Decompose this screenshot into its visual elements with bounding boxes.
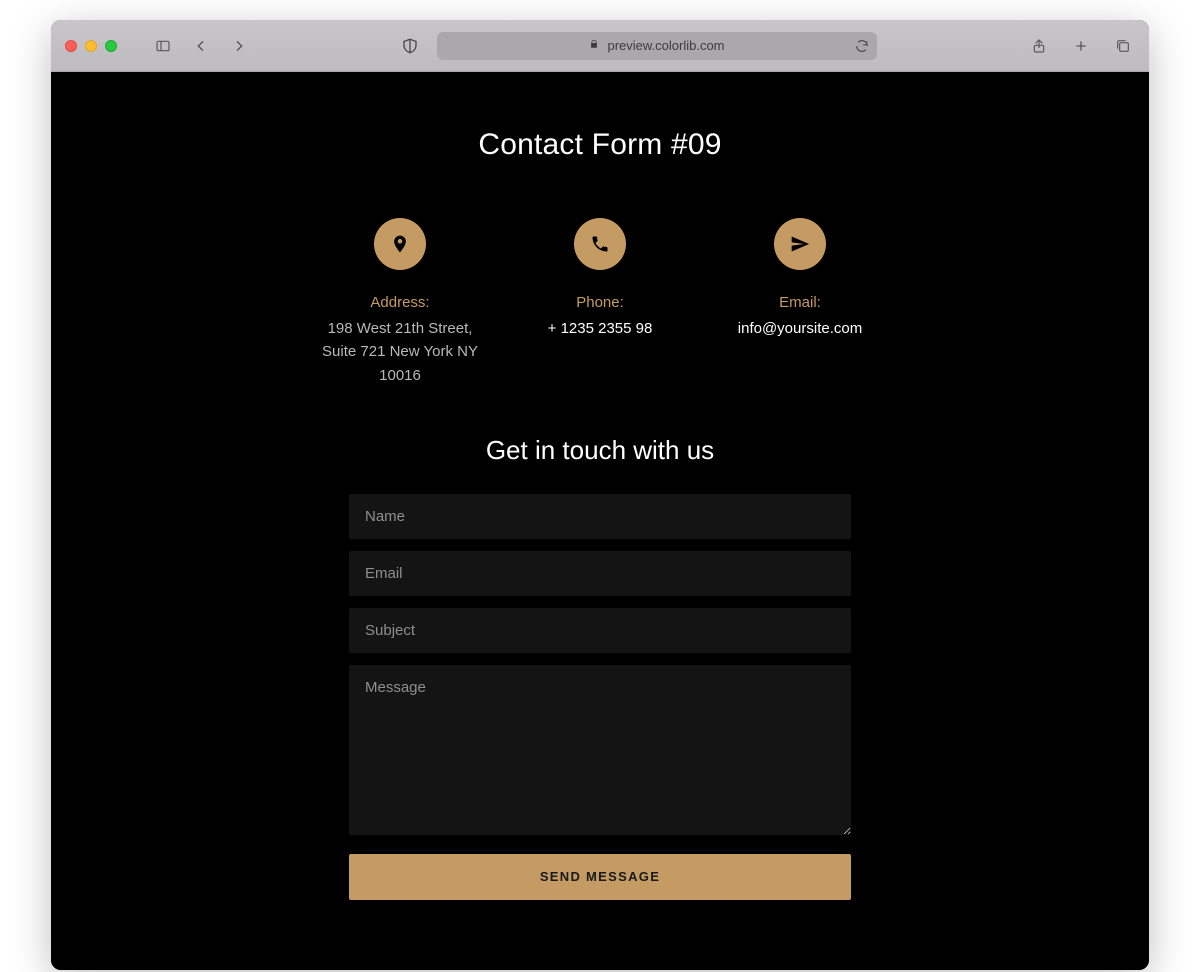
share-button[interactable] <box>1027 34 1051 58</box>
traffic-lights <box>65 40 117 52</box>
info-block-email: Email: info@yoursite.com <box>710 218 890 387</box>
window-close-button[interactable] <box>65 40 77 52</box>
chrome-right-controls <box>1027 34 1135 58</box>
new-tab-button[interactable] <box>1069 34 1093 58</box>
forward-button[interactable] <box>227 34 251 58</box>
page-content: Contact Form #09 Address: 198 West 21th … <box>51 72 1149 970</box>
privacy-shield-button[interactable] <box>401 37 419 55</box>
info-phone-label: Phone: <box>510 294 690 311</box>
share-icon <box>1031 38 1047 54</box>
email-input[interactable] <box>349 551 851 596</box>
sidebar-toggle-button[interactable] <box>151 34 175 58</box>
info-phone-value[interactable]: + 1235 2355 98 <box>510 317 690 340</box>
form-title: Get in touch with us <box>190 435 1010 466</box>
back-button[interactable] <box>189 34 213 58</box>
window-minimize-button[interactable] <box>85 40 97 52</box>
address-bar[interactable]: preview.colorlib.com <box>437 32 877 60</box>
plus-icon <box>1073 38 1089 54</box>
info-email-value[interactable]: info@yoursite.com <box>710 317 890 340</box>
info-address-label: Address: <box>310 294 490 311</box>
info-block-address: Address: 198 West 21th Street, Suite 721… <box>310 218 490 387</box>
paper-plane-icon <box>774 218 826 270</box>
contact-info-row: Address: 198 West 21th Street, Suite 721… <box>190 218 1010 387</box>
tabs-icon <box>1115 38 1131 54</box>
phone-icon <box>574 218 626 270</box>
map-pin-icon <box>374 218 426 270</box>
reload-button[interactable] <box>855 39 869 53</box>
window-zoom-button[interactable] <box>105 40 117 52</box>
info-block-phone: Phone: + 1235 2355 98 <box>510 218 690 387</box>
info-address-value: 198 West 21th Street, Suite 721 New York… <box>310 317 490 387</box>
contact-form: SEND MESSAGE <box>349 494 851 900</box>
address-bar-area: preview.colorlib.com <box>265 32 1013 60</box>
browser-window: preview.colorlib.com <box>51 20 1149 970</box>
browser-chrome: preview.colorlib.com <box>51 20 1149 72</box>
chevron-right-icon <box>231 38 247 54</box>
subject-input[interactable] <box>349 608 851 653</box>
chevron-left-icon <box>193 38 209 54</box>
lock-icon <box>589 38 599 53</box>
name-input[interactable] <box>349 494 851 539</box>
address-bar-url: preview.colorlib.com <box>607 38 724 53</box>
send-message-button[interactable]: SEND MESSAGE <box>349 854 851 900</box>
page-title: Contact Form #09 <box>190 128 1010 162</box>
message-textarea[interactable] <box>349 665 851 835</box>
info-email-label: Email: <box>710 294 890 311</box>
tabs-overview-button[interactable] <box>1111 34 1135 58</box>
sidebar-icon <box>155 38 171 54</box>
